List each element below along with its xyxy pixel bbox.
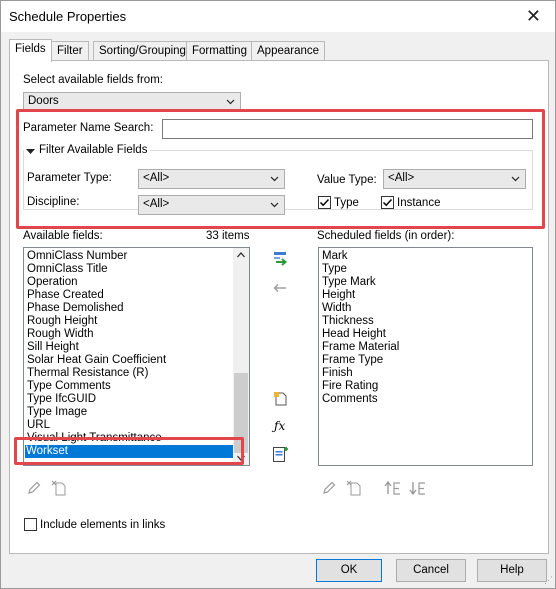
list-item[interactable]: Height: [321, 289, 355, 302]
available-scrollbar[interactable]: [233, 248, 249, 465]
list-item[interactable]: Rough Height: [26, 315, 97, 328]
help-button[interactable]: Help: [477, 559, 547, 582]
close-icon[interactable]: ✕: [526, 6, 541, 27]
list-item[interactable]: Sill Height: [26, 341, 79, 354]
list-item[interactable]: Head Height: [321, 328, 386, 341]
edit-icon[interactable]: [321, 480, 337, 496]
delete-icon[interactable]: [51, 480, 67, 496]
ok-button[interactable]: OK: [316, 559, 382, 582]
available-count: 33 items: [206, 230, 250, 242]
scroll-up-arrow-icon[interactable]: [237, 252, 245, 258]
resize-grip-icon[interactable]: ⋰: [544, 575, 553, 586]
include-links-checkbox[interactable]: [24, 518, 37, 531]
chevron-down-icon: [226, 99, 235, 105]
list-item[interactable]: Type Image: [26, 406, 87, 419]
calculated-value-icon[interactable]: ƒx: [274, 419, 285, 433]
title-bar: Schedule Properties ✕: [1, 1, 555, 32]
list-item[interactable]: Frame Type: [321, 354, 383, 367]
highlight-box: [14, 437, 244, 465]
select-from-label: Select available fields from:: [23, 74, 163, 86]
list-item[interactable]: Fire Rating: [321, 380, 378, 393]
available-fields-list[interactable]: OmniClass Number OmniClass Title Operati…: [23, 247, 250, 466]
list-item[interactable]: Thermal Resistance (R): [26, 367, 148, 380]
list-item[interactable]: Comments: [321, 393, 378, 406]
highlight-box: [16, 109, 545, 229]
tab-appearance[interactable]: Appearance: [251, 41, 326, 61]
list-item[interactable]: Phase Created: [26, 289, 104, 302]
cancel-button[interactable]: Cancel: [396, 559, 466, 582]
tab-fields[interactable]: Fields: [9, 39, 52, 62]
list-item[interactable]: Type: [321, 263, 347, 276]
move-down-icon[interactable]: [409, 480, 427, 496]
list-item[interactable]: Finish: [321, 367, 353, 380]
include-links-label: Include elements in links: [40, 519, 166, 531]
list-item[interactable]: Solar Heat Gain Coefficient: [26, 354, 166, 367]
list-item[interactable]: Operation: [26, 276, 78, 289]
list-item[interactable]: Frame Material: [321, 341, 399, 354]
list-item[interactable]: Type IfcGUID: [26, 393, 96, 406]
list-item[interactable]: Phase Demolished: [26, 302, 124, 315]
list-item[interactable]: Thickness: [321, 315, 374, 328]
scheduled-fields-list[interactable]: Mark Type Type Mark Height Width Thickne…: [318, 247, 533, 466]
list-item[interactable]: Type Comments: [26, 380, 111, 393]
combine-parameters-icon[interactable]: [272, 446, 289, 463]
available-fields-label: Available fields:: [23, 230, 103, 242]
tab-sorting-grouping[interactable]: Sorting/Grouping: [93, 41, 192, 61]
move-up-icon[interactable]: [384, 480, 402, 496]
list-item[interactable]: Rough Width: [26, 328, 93, 341]
scheduled-fields-label: Scheduled fields (in order):: [317, 230, 455, 242]
list-item[interactable]: Mark: [321, 250, 348, 263]
new-parameter-icon[interactable]: [273, 391, 289, 407]
window-title: Schedule Properties: [9, 9, 127, 24]
schedule-properties-dialog: Schedule Properties ✕ Fields Filter Sort…: [0, 0, 556, 589]
tab-filter[interactable]: Filter: [51, 41, 89, 61]
category-dropdown-value: Doors: [28, 95, 59, 107]
list-item[interactable]: URL: [26, 419, 50, 432]
edit-icon[interactable]: [26, 480, 42, 496]
list-item[interactable]: Width: [321, 302, 351, 315]
tab-formatting[interactable]: Formatting: [186, 41, 253, 61]
list-item[interactable]: Type Mark: [321, 276, 376, 289]
add-parameter-icon[interactable]: [273, 251, 289, 267]
delete-icon[interactable]: [346, 480, 362, 496]
list-item[interactable]: OmniClass Number: [26, 250, 127, 263]
list-item[interactable]: OmniClass Title: [26, 263, 108, 276]
remove-parameter-icon[interactable]: [273, 283, 287, 293]
